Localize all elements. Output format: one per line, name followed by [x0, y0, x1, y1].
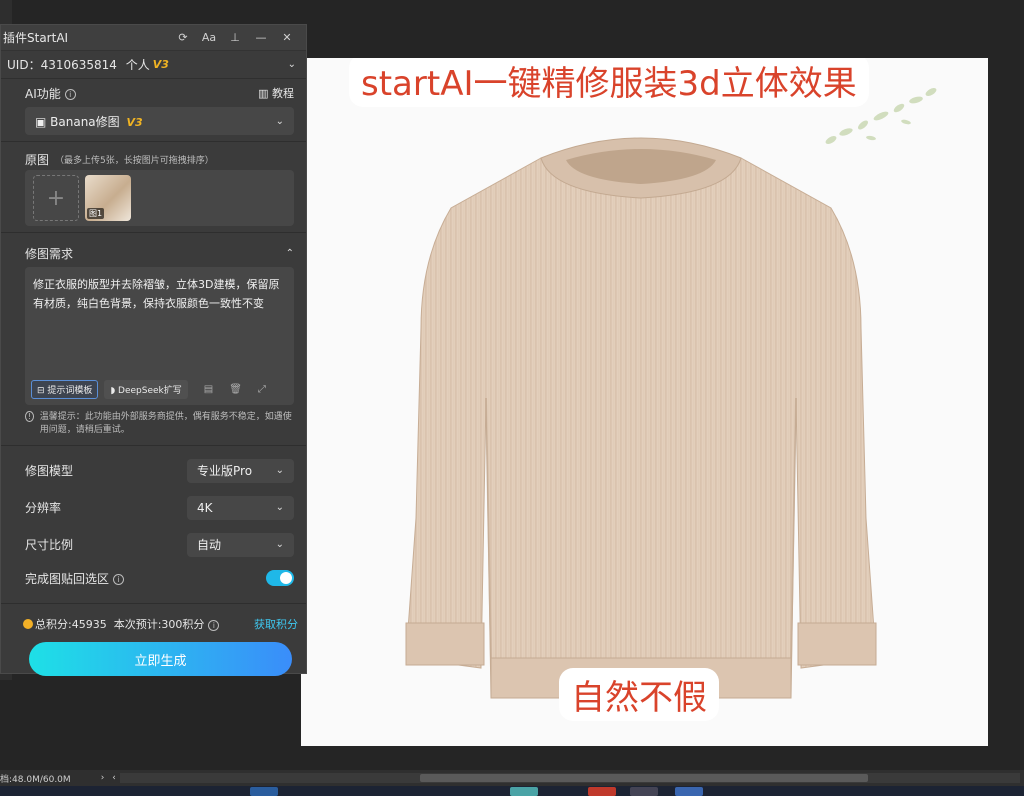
chevron-down-icon: ⌄	[275, 465, 284, 476]
generate-button[interactable]: 立即生成	[29, 642, 292, 676]
image-thumbnail[interactable]: 图1	[85, 175, 131, 221]
estimate-points: 本次预计:300积分	[113, 618, 205, 631]
taskbar-app-4[interactable]	[630, 787, 658, 796]
sweater-image	[405, 137, 877, 699]
resolution-label: 分辨率	[25, 501, 62, 515]
function-select[interactable]: ▣ Banana修图 V3 ⌄	[25, 107, 294, 135]
panel-titlebar[interactable]: 插件StartAI ⟳ Aa ⊥ — ✕	[1, 25, 306, 51]
taskbar-app-2[interactable]	[510, 787, 538, 796]
coin-icon	[23, 619, 33, 629]
requirement-header[interactable]: 修图需求 ⌃	[25, 239, 294, 267]
history-icon[interactable]: ▤	[204, 384, 213, 395]
model-select[interactable]: 专业版Pro ⌄	[187, 458, 294, 483]
model-label: 修图模型	[25, 464, 74, 478]
points-row: 总积分:45935 本次预计:300积分 i 获取积分	[1, 610, 306, 638]
chevron-down-icon: ⌄	[275, 502, 284, 513]
book-icon: ▥	[258, 87, 272, 100]
whale-icon: ◗	[110, 386, 119, 396]
taskbar-app-5[interactable]	[675, 787, 703, 796]
expand-icon[interactable]: ⤢	[258, 384, 266, 395]
image-icon: ▣	[35, 114, 51, 129]
original-hint: （最多上传5张，长按图片可拖拽排序）	[55, 155, 214, 166]
upload-area: + 图1	[25, 170, 294, 226]
trash-icon[interactable]: 🗑	[229, 384, 242, 395]
paste-back-row: 完成图贴回选区 i	[25, 563, 294, 593]
total-points: 总积分:45935	[35, 618, 107, 631]
requirement-label: 修图需求	[25, 246, 74, 261]
thumbnail-label: 图1	[87, 208, 105, 219]
original-label: 原图	[25, 152, 50, 167]
info-icon[interactable]: i	[64, 88, 76, 100]
canvas-caption: 自然不假	[559, 668, 719, 721]
info-icon[interactable]: i	[208, 619, 220, 631]
resolution-row: 分辨率 4K ⌄	[25, 489, 294, 526]
original-header: 原图 （最多上传5张，长按图片可拖拽排序）	[25, 148, 294, 170]
uid-label: UID：4310635814	[7, 58, 117, 72]
account-type: 个人	[125, 58, 150, 72]
notice: ! 温馨提示：此功能由外部服务商提供，偶有服务不稳定，如遇使用问题，请稍后重试。	[25, 405, 294, 437]
close-icon[interactable]: ✕	[274, 31, 300, 44]
ratio-select[interactable]: 自动 ⌄	[187, 532, 294, 557]
ai-function-header: AI功能 i ▥ 教程	[25, 79, 294, 107]
taskbar-app-1[interactable]	[250, 787, 278, 796]
chevron-down-icon: ⌄	[275, 539, 284, 550]
canvas-title: startAI一键精修服装3d立体效果	[349, 58, 869, 107]
pin-icon[interactable]: ⊥	[222, 31, 248, 44]
chevron-right-icon[interactable]: ›	[101, 773, 105, 783]
scrollbar-thumb[interactable]	[420, 774, 868, 782]
account-badge: V3	[152, 58, 169, 71]
add-image-button[interactable]: +	[33, 175, 79, 221]
font-size-icon[interactable]: Aa	[196, 31, 222, 44]
chevron-left-icon[interactable]: ‹	[112, 773, 116, 783]
info-icon[interactable]: i	[113, 573, 125, 585]
model-row: 修图模型 专业版Pro ⌄	[25, 452, 294, 489]
ratio-label: 尺寸比例	[25, 538, 74, 552]
notice-text: 温馨提示：此功能由外部服务商提供，偶有服务不稳定，如遇使用问题，请稍后重试。	[39, 412, 292, 435]
doc-size: 档:48.0M/60.0M	[0, 774, 71, 785]
ratio-row: 尺寸比例 自动 ⌄	[25, 526, 294, 563]
refresh-icon[interactable]: ⟳	[170, 31, 196, 44]
get-points-link[interactable]: 获取积分	[254, 616, 298, 632]
requirement-text[interactable]: 修正衣服的版型并去除褶皱，立体3D建模，保留原有材质，纯白色背景，保持衣服颜色一…	[33, 275, 286, 313]
prompt-template-button[interactable]: ⊟ 提示词模板	[31, 380, 99, 399]
document-canvas[interactable]: startAI一键精修服装3d立体效果 自然不假	[301, 58, 988, 746]
paste-back-toggle[interactable]	[266, 570, 294, 586]
taskbar-app-3[interactable]	[588, 787, 616, 796]
startai-plugin-panel: 插件StartAI ⟳ Aa ⊥ — ✕ UID：4310635814 个人 V…	[0, 24, 307, 676]
uid-row[interactable]: UID：4310635814 个人 V3 ⌄	[1, 51, 306, 79]
ai-function-label: AI功能	[25, 86, 61, 101]
function-badge: V3	[126, 115, 143, 129]
notice-info-icon: !	[25, 411, 34, 422]
paste-back-label: 完成图贴回选区	[25, 571, 110, 586]
template-icon: ⊟	[37, 386, 48, 396]
resolution-select[interactable]: 4K ⌄	[187, 495, 294, 520]
deepseek-expand-button[interactable]: ◗ DeepSeek扩写	[104, 380, 188, 399]
chevron-up-icon[interactable]: ⌃	[286, 248, 294, 259]
requirement-textarea[interactable]: 修正衣服的版型并去除褶皱，立体3D建模，保留原有材质，纯白色背景，保持衣服颜色一…	[25, 267, 294, 405]
chevron-down-icon: ⌄	[275, 115, 284, 127]
panel-title: 插件StartAI	[3, 31, 69, 45]
tutorial-link[interactable]: ▥ 教程	[258, 85, 294, 101]
minimize-icon[interactable]: —	[248, 31, 274, 44]
chevron-down-icon[interactable]: ⌄	[288, 59, 296, 70]
